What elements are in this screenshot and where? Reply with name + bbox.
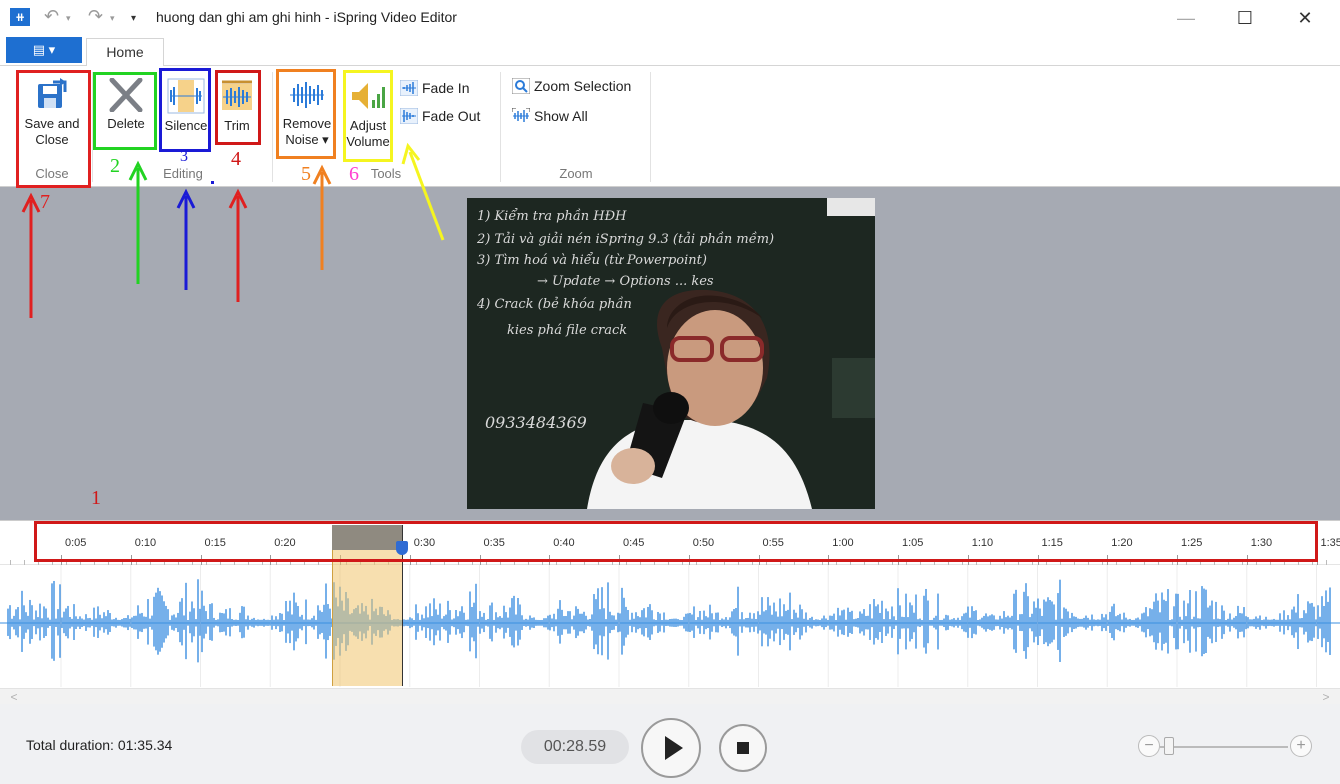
annotation-arrows [21,142,445,318]
arrow-adjust-volume [408,151,445,241]
